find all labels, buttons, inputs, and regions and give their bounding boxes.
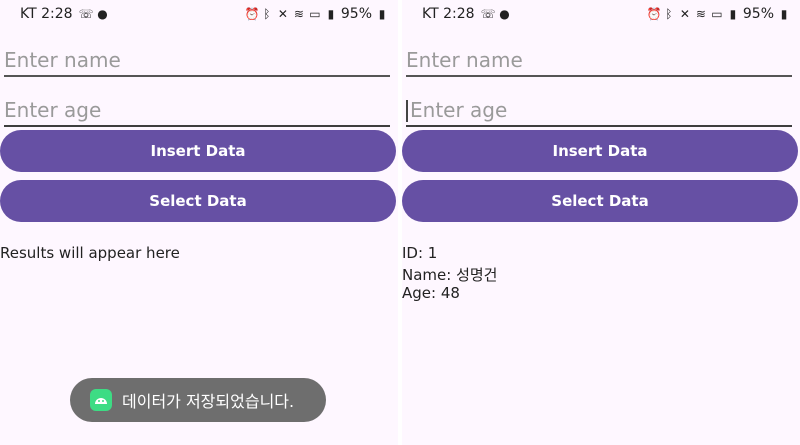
carrier-time-group: KT 2:28 ☏ ● [422, 6, 511, 22]
results-area: ID: 1 Name: 성명건 Age: 48 [402, 244, 497, 306]
signal-icon: ▮ [327, 7, 335, 21]
carrier-time: KT 2:28 [20, 6, 73, 22]
select-data-button[interactable]: Select Data [402, 180, 798, 222]
status-bar: KT 2:28 ☏ ● ⏰ ᛒ ✕ ≋ ▭ ▮ 95% ▮ [402, 0, 800, 32]
android-icon [90, 389, 112, 411]
results-placeholder: Results will appear here [0, 244, 180, 262]
name-placeholder: Enter name [406, 48, 523, 72]
chat-icon: ● [97, 7, 108, 21]
results-area: Results will appear here [0, 244, 180, 266]
wifi-icon: ≋ [695, 7, 706, 21]
result-id: ID: 1 [402, 244, 438, 262]
name-field[interactable]: Enter name [4, 36, 390, 77]
alarm-icon: ⏰ [646, 7, 662, 21]
age-placeholder: Enter age [410, 98, 508, 122]
mute-icon: ✕ [277, 7, 288, 21]
status-bar: KT 2:28 ☏ ● ⏰ ᛒ ✕ ≋ ▭ ▮ 95% ▮ [0, 0, 398, 32]
signal-icon: ▮ [729, 7, 737, 21]
wifi-icon: ≋ [293, 7, 304, 21]
mute-icon: ✕ [679, 7, 690, 21]
result-name: Name: 성명건 [402, 266, 498, 284]
bluetooth-icon: ᛒ [263, 7, 271, 21]
insert-data-button[interactable]: Insert Data [402, 130, 798, 172]
text-cursor [406, 100, 408, 122]
toast: 데이터가 저장되었습니다. [70, 378, 326, 422]
carrier-time: KT 2:28 [422, 6, 475, 22]
left-screen: KT 2:28 ☏ ● ⏰ ᛒ ✕ ≋ ▭ ▮ 95% ▮ Enter name… [0, 0, 398, 445]
result-age: Age: 48 [402, 284, 460, 302]
name-field[interactable]: Enter name [406, 36, 792, 77]
carrier-time-group: KT 2:28 ☏ ● [20, 6, 109, 22]
insert-data-button[interactable]: Insert Data [0, 130, 396, 172]
select-data-button[interactable]: Select Data [0, 180, 396, 222]
age-placeholder: Enter age [4, 98, 102, 122]
age-field[interactable]: Enter age [4, 86, 390, 127]
status-icons: ⏰ ᛒ ✕ ≋ ▭ ▮ 95% ▮ [245, 6, 388, 22]
chat-icon: ● [499, 7, 510, 21]
hd-icon: ▭ [309, 7, 321, 21]
status-icons: ⏰ ᛒ ✕ ≋ ▭ ▮ 95% ▮ [647, 6, 790, 22]
name-placeholder: Enter name [4, 48, 121, 72]
hd-icon: ▭ [711, 7, 723, 21]
battery-percent: 95% [742, 6, 774, 22]
bluetooth-icon: ᛒ [665, 7, 673, 21]
alarm-icon: ⏰ [244, 7, 260, 21]
call-forward-icon: ☏ [78, 7, 94, 21]
battery-icon: ▮ [378, 7, 386, 21]
age-field-focused[interactable]: Enter age [406, 86, 792, 127]
call-forward-icon: ☏ [480, 7, 496, 21]
battery-percent: 95% [340, 6, 372, 22]
battery-icon: ▮ [780, 7, 788, 21]
right-screen: KT 2:28 ☏ ● ⏰ ᛒ ✕ ≋ ▭ ▮ 95% ▮ Enter name… [402, 0, 800, 445]
toast-text: 데이터가 저장되었습니다. [122, 392, 295, 411]
